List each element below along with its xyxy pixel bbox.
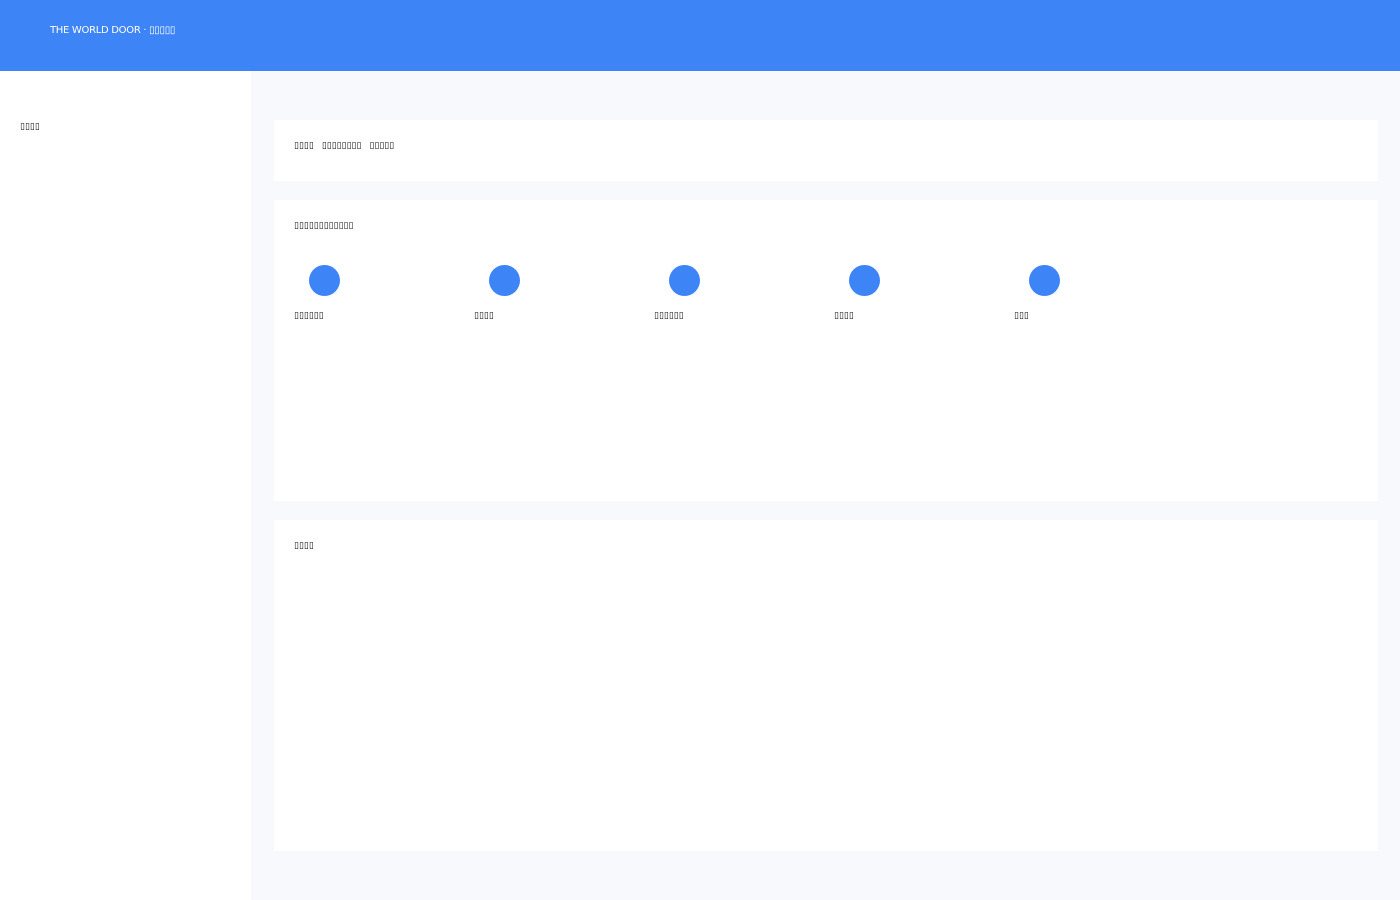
recent-panel: ▯▯▯▯	[274, 520, 1378, 851]
app-label: ▯▯▯▯	[834, 311, 854, 321]
app-tile-3[interactable]: ▯▯▯▯▯▯	[654, 265, 814, 327]
app-icon	[669, 265, 700, 296]
app-title: THE WORLD DOOR · ▯▯▯▯▯	[50, 25, 176, 36]
app-label: ▯▯▯▯	[474, 311, 494, 321]
apps-panel: ▯▯▯▯▯▯▯▯▯▯▯▯ ▯▯▯▯▯▯ ▯▯▯▯ ▯▯▯▯▯▯ ▯▯▯▯ ▯▯▯	[274, 200, 1378, 501]
app-label: ▯▯▯▯▯▯	[654, 311, 684, 321]
app-label: ▯▯▯	[1014, 311, 1029, 321]
apps-panel-title: ▯▯▯▯▯▯▯▯▯▯▯▯	[294, 221, 354, 231]
app-icon	[849, 265, 880, 296]
nav-link-1[interactable]: ▯▯▯▯	[294, 140, 314, 152]
nav-link-2[interactable]: ▯▯▯▯▯▯▯▯	[322, 140, 362, 152]
app-tile-1[interactable]: ▯▯▯▯▯▯	[294, 265, 454, 327]
recent-panel-title: ▯▯▯▯	[294, 541, 314, 551]
main-content: ▯▯▯▯ ▯▯▯▯▯▯▯▯ ▯▯▯▯▯ ▯▯▯▯▯▯▯▯▯▯▯▯ ▯▯▯▯▯▯ …	[251, 71, 1400, 900]
app-label: ▯▯▯▯▯▯	[294, 311, 324, 321]
app-icon	[309, 265, 340, 296]
app-tile-5[interactable]: ▯▯▯	[1014, 265, 1174, 327]
app-window: THE WORLD DOOR · ▯▯▯▯▯ ▯▯▯▯ ▯▯▯▯ ▯▯▯▯▯▯▯…	[0, 0, 1400, 900]
app-tile-4[interactable]: ▯▯▯▯	[834, 265, 994, 327]
app-icon	[489, 265, 520, 296]
app-tile-2[interactable]: ▯▯▯▯	[474, 265, 634, 327]
top-header: THE WORLD DOOR · ▯▯▯▯▯	[0, 0, 1400, 71]
sidebar: ▯▯▯▯	[0, 71, 250, 900]
nav-link-3[interactable]: ▯▯▯▯▯	[369, 140, 394, 152]
apps-grid: ▯▯▯▯▯▯ ▯▯▯▯ ▯▯▯▯▯▯ ▯▯▯▯ ▯▯▯	[294, 265, 1294, 335]
sidebar-item[interactable]: ▯▯▯▯	[20, 121, 40, 133]
app-icon	[1029, 265, 1060, 296]
nav-panel: ▯▯▯▯ ▯▯▯▯▯▯▯▯ ▯▯▯▯▯	[274, 120, 1378, 181]
nav-links: ▯▯▯▯ ▯▯▯▯▯▯▯▯ ▯▯▯▯▯	[294, 140, 394, 152]
